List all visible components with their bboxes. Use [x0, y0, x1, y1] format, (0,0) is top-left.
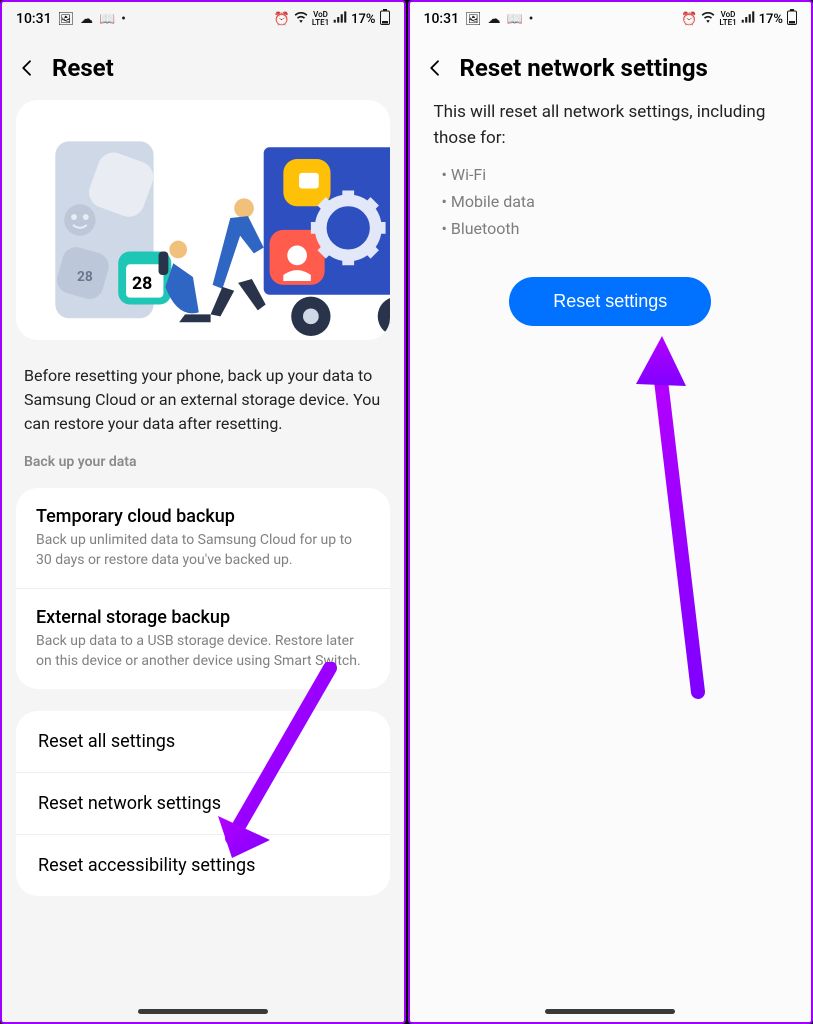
app-header: Reset	[2, 36, 404, 100]
bullet-wifi: Wi-Fi	[442, 161, 788, 188]
status-time: 10:31	[424, 11, 460, 27]
cloud-icon: ☁	[80, 12, 93, 27]
reset-illustration: 28 28	[16, 100, 390, 340]
row-temporary-cloud-backup[interactable]: Temporary cloud backup Back up unlimited…	[16, 488, 390, 588]
wifi-icon	[701, 11, 715, 27]
page-title: Reset network settings	[460, 54, 708, 82]
dot-icon: •	[529, 12, 534, 27]
status-bar: 10:31 🖼 ☁ 📖 • ⏰ VoDLTE1 17%	[410, 2, 812, 36]
book-icon: 📖	[507, 12, 523, 27]
row-external-storage-backup[interactable]: External storage backup Back up data to …	[16, 588, 390, 689]
backup-options-card: Temporary cloud backup Back up unlimited…	[16, 488, 390, 689]
navigation-pill[interactable]	[138, 1009, 268, 1014]
back-button[interactable]	[16, 57, 38, 79]
book-icon: 📖	[99, 12, 115, 27]
calendar-day: 28	[132, 274, 152, 294]
status-time: 10:31	[16, 11, 52, 27]
backup-section-label: Back up your data	[24, 454, 382, 470]
row-reset-all-settings[interactable]: Reset all settings	[16, 711, 390, 772]
navigation-pill[interactable]	[545, 1009, 675, 1014]
picture-icon: 🖼	[58, 12, 75, 27]
dot-icon: •	[121, 12, 126, 27]
signal-icon	[333, 11, 347, 27]
phone-right: 10:31 🖼 ☁ 📖 • ⏰ VoDLTE1 17%	[408, 0, 813, 1024]
reset-network-description: This will reset all network settings, in…	[434, 100, 788, 151]
page-title: Reset	[52, 54, 114, 82]
alarm-icon: ⏰	[681, 12, 697, 27]
battery-icon	[380, 9, 390, 29]
row-reset-accessibility-settings[interactable]: Reset accessibility settings	[16, 834, 390, 896]
bullet-mobile-data: Mobile data	[442, 188, 788, 215]
picture-icon: 🖼	[465, 12, 482, 27]
app-header: Reset network settings	[410, 36, 812, 100]
svg-text:28: 28	[77, 269, 93, 285]
wifi-icon	[294, 11, 308, 27]
signal-icon	[741, 11, 755, 27]
back-button[interactable]	[424, 57, 446, 79]
cloud-icon: ☁	[488, 12, 501, 27]
row-reset-network-settings[interactable]: Reset network settings	[16, 772, 390, 834]
reset-description: Before resetting your phone, back up you…	[24, 364, 382, 436]
alarm-icon: ⏰	[274, 12, 290, 27]
battery-percent: 17%	[759, 12, 783, 27]
battery-percent: 17%	[351, 12, 375, 27]
reset-network-list: Wi-Fi Mobile data Bluetooth	[434, 161, 788, 243]
reset-options-card: Reset all settings Reset network setting…	[16, 711, 390, 896]
battery-icon	[787, 9, 797, 29]
lte-indicator: VoDLTE1	[719, 11, 736, 27]
phone-left: 10:31 🖼 ☁ 📖 • ⏰ VoDLTE1 17%	[0, 0, 406, 1024]
reset-settings-button[interactable]: Reset settings	[509, 277, 711, 326]
status-bar: 10:31 🖼 ☁ 📖 • ⏰ VoDLTE1 17%	[2, 2, 404, 36]
lte-indicator: VoDLTE1	[312, 11, 329, 27]
bullet-bluetooth: Bluetooth	[442, 215, 788, 242]
